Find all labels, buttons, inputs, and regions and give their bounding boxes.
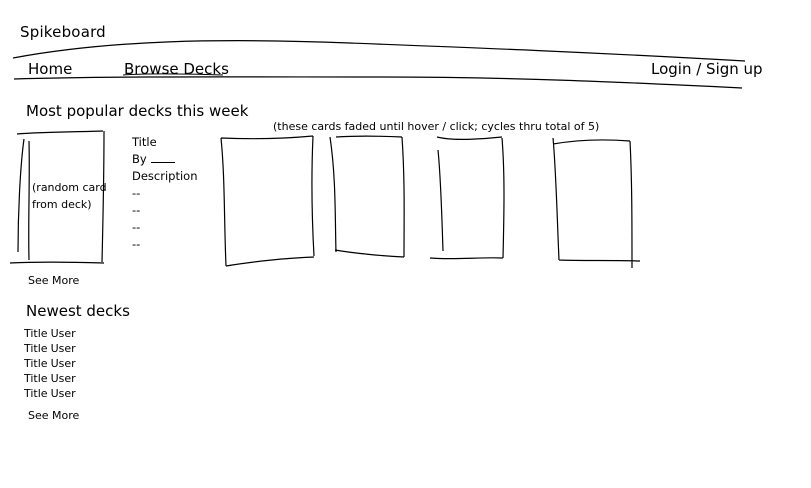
deck-description-label: Description xyxy=(132,169,198,183)
newest-deck-user-3[interactable]: User xyxy=(51,357,76,370)
brand-logo: Spikeboard xyxy=(20,23,106,41)
author-blank xyxy=(150,151,175,163)
popular-cards-note: (these cards faded until hover / click; … xyxy=(273,120,600,133)
popular-deck-details: Title By Description -- -- -- -- xyxy=(132,134,198,253)
newest-deck-title-4[interactable]: Title xyxy=(24,372,48,385)
newest-deck-row-1[interactable]: Title User xyxy=(24,326,76,341)
newest-see-more-link[interactable]: See More xyxy=(28,409,79,422)
newest-decks-list: Title User Title User Title User Title User … xyxy=(24,326,76,401)
description-line-3: -- xyxy=(132,220,141,234)
deck-title: Title xyxy=(132,135,157,149)
newest-deck-row-4[interactable]: Title User xyxy=(24,371,76,386)
description-line-1: -- xyxy=(132,186,141,200)
nav-login-signup-link[interactable]: Login / Sign up xyxy=(651,60,763,78)
newest-deck-title-3[interactable]: Title xyxy=(24,357,48,370)
newest-deck-title-2[interactable]: Title xyxy=(24,342,48,355)
header-bottom-line xyxy=(13,76,743,89)
carousel-card-2-hitbox[interactable] xyxy=(330,136,406,258)
carousel-card-1-hitbox[interactable] xyxy=(220,136,315,267)
newest-deck-user-1[interactable]: User xyxy=(51,327,76,340)
newest-deck-user-4[interactable]: User xyxy=(51,372,76,385)
newest-deck-user-5[interactable]: User xyxy=(51,387,76,400)
carousel-card-3-hitbox[interactable] xyxy=(430,136,506,259)
description-line-2: -- xyxy=(132,203,141,217)
newest-decks-heading: Newest decks xyxy=(26,302,130,320)
popular-see-more-link[interactable]: See More xyxy=(28,274,79,287)
newest-deck-title-5[interactable]: Title xyxy=(24,387,48,400)
by-label: By xyxy=(132,152,147,166)
newest-deck-row-2[interactable]: Title User xyxy=(24,341,76,356)
newest-deck-user-2[interactable]: User xyxy=(51,342,76,355)
nav-browse-decks-link[interactable]: Browse Decks xyxy=(124,60,229,78)
newest-deck-title-1[interactable]: Title xyxy=(24,327,48,340)
featured-deck-card-hitbox[interactable] xyxy=(16,131,106,263)
description-line-4: -- xyxy=(132,237,141,251)
newest-deck-row-3[interactable]: Title User xyxy=(24,356,76,371)
deck-author-line: By xyxy=(132,151,198,168)
popular-decks-heading: Most popular decks this week xyxy=(26,102,249,120)
carousel-card-4-hitbox[interactable] xyxy=(552,138,641,269)
newest-deck-row-5[interactable]: Title User xyxy=(24,386,76,401)
nav-home-link[interactable]: Home xyxy=(28,60,72,78)
header-top-line xyxy=(12,40,746,62)
